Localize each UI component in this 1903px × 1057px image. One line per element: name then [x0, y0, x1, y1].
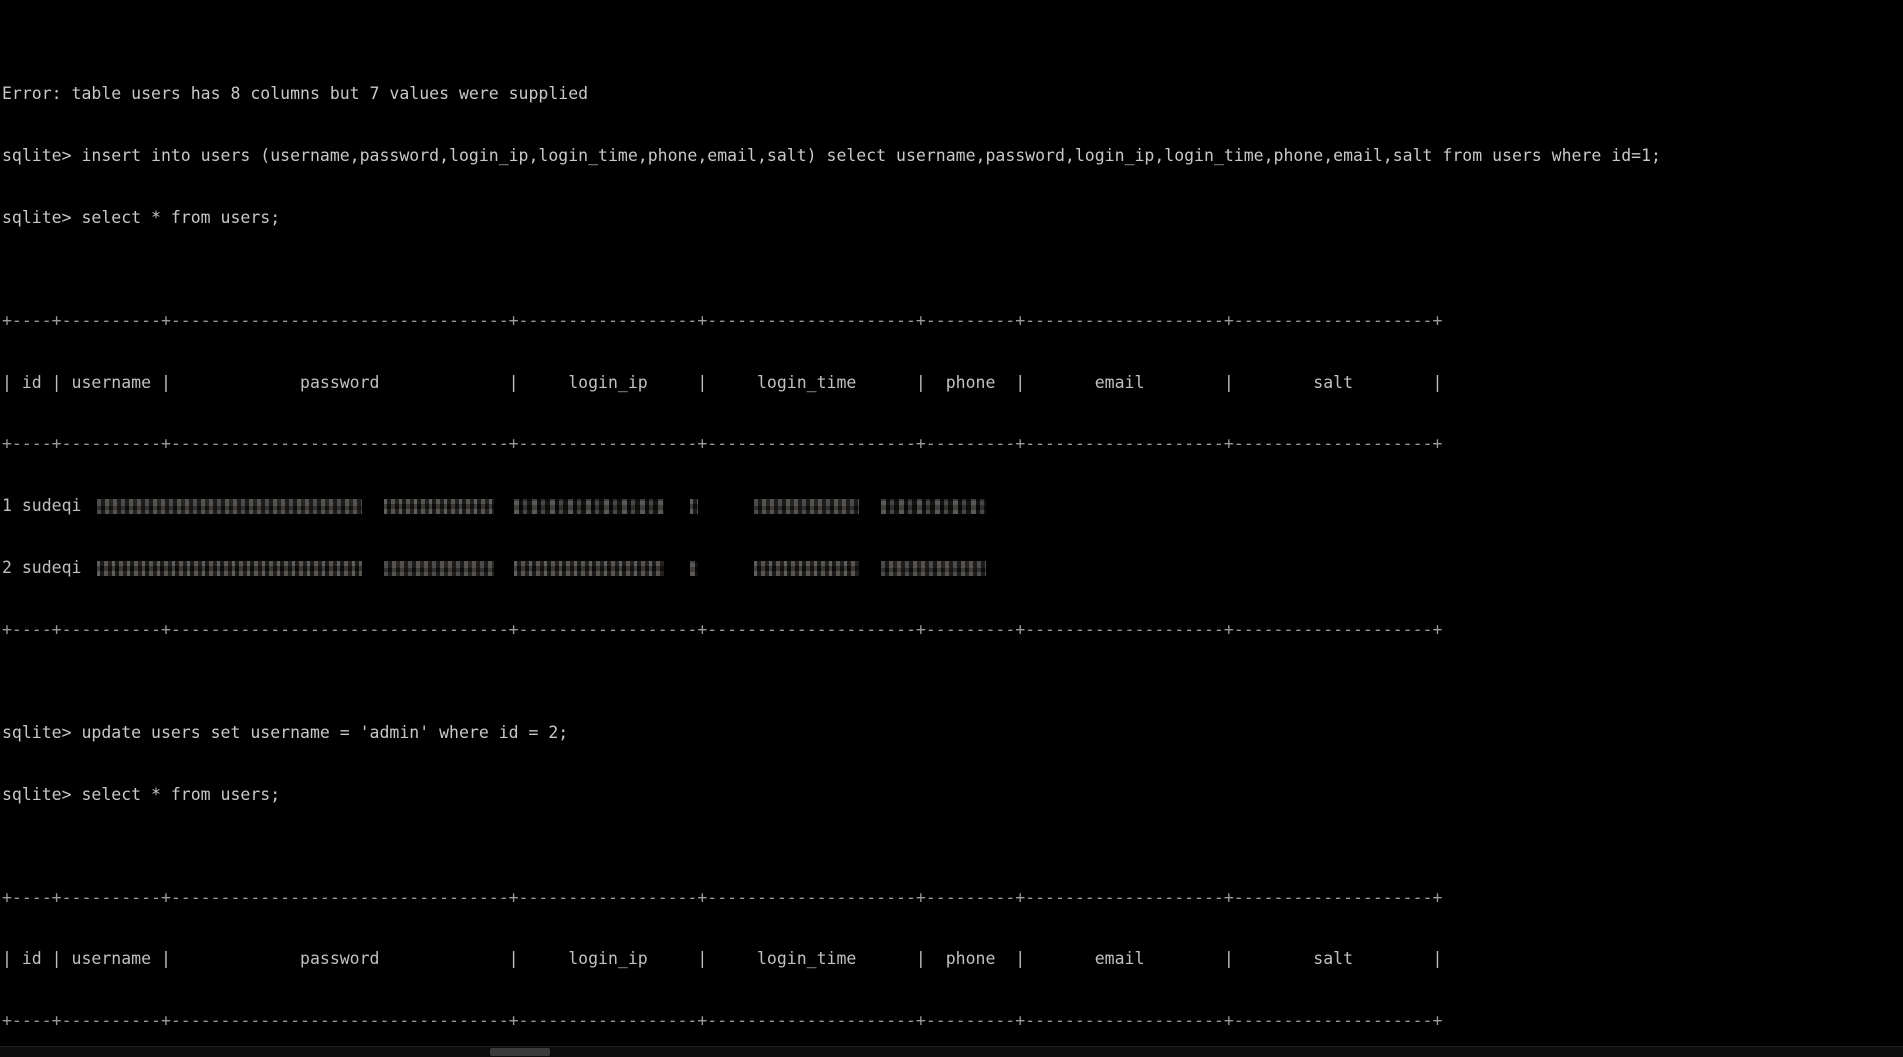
redacted-login-ip-cell	[384, 561, 495, 577]
redacted-login-time-cell	[514, 561, 665, 577]
window-scrollbar[interactable]	[0, 1046, 1903, 1057]
redacted-salt-cell	[881, 561, 987, 577]
users-table-1-top-rule: +----+----------+-----------------------…	[2, 310, 1443, 330]
users-table-2-header-rule: +----+----------+-----------------------…	[2, 1011, 1443, 1031]
terminal-line-error: Error: table users has 8 columns but 7 v…	[2, 84, 589, 104]
users-table-2-top-rule: +----+----------+-----------------------…	[2, 887, 1443, 907]
redacted-phone-cell	[690, 499, 699, 515]
users-table-1-header-rule: +----+----------+-----------------------…	[2, 434, 1443, 454]
redacted-email-cell	[754, 499, 860, 515]
redacted-login-time-cell	[514, 499, 665, 515]
users-table-1-row-2: 2 sudeqi	[2, 558, 1903, 579]
terminal-line-insert-command: sqlite> insert into users (username,pass…	[2, 146, 1661, 166]
redacted-login-ip-cell	[384, 499, 495, 515]
scrollbar-thumb[interactable]	[490, 1048, 550, 1056]
terminal-window[interactable]: Error: table users has 8 columns but 7 v…	[0, 0, 1903, 1057]
cell-username: sudeqi	[21, 496, 82, 516]
redacted-email-cell	[754, 561, 860, 577]
terminal-line-update-admin: sqlite> update users set username = 'adm…	[2, 722, 569, 742]
users-table-1-row-1: 1 sudeqi	[2, 496, 1903, 517]
redacted-salt-cell	[881, 499, 987, 515]
terminal-line-select-users-1: sqlite> select * from users;	[2, 207, 281, 227]
redacted-phone-cell	[690, 561, 699, 577]
terminal-line-select-users-2: sqlite> select * from users;	[2, 784, 281, 804]
users-table-2-header: | id | username | password | login_ip | …	[2, 949, 1443, 969]
users-table-1-bottom-rule: +----+----------+-----------------------…	[2, 619, 1443, 639]
cell-username: sudeqi	[21, 558, 82, 578]
redacted-password-cell	[97, 561, 363, 577]
cell-id: 2	[2, 558, 12, 578]
redacted-password-cell	[97, 499, 363, 515]
cell-id: 1	[2, 496, 12, 516]
users-table-1-header: | id | username | password | login_ip | …	[2, 372, 1443, 392]
